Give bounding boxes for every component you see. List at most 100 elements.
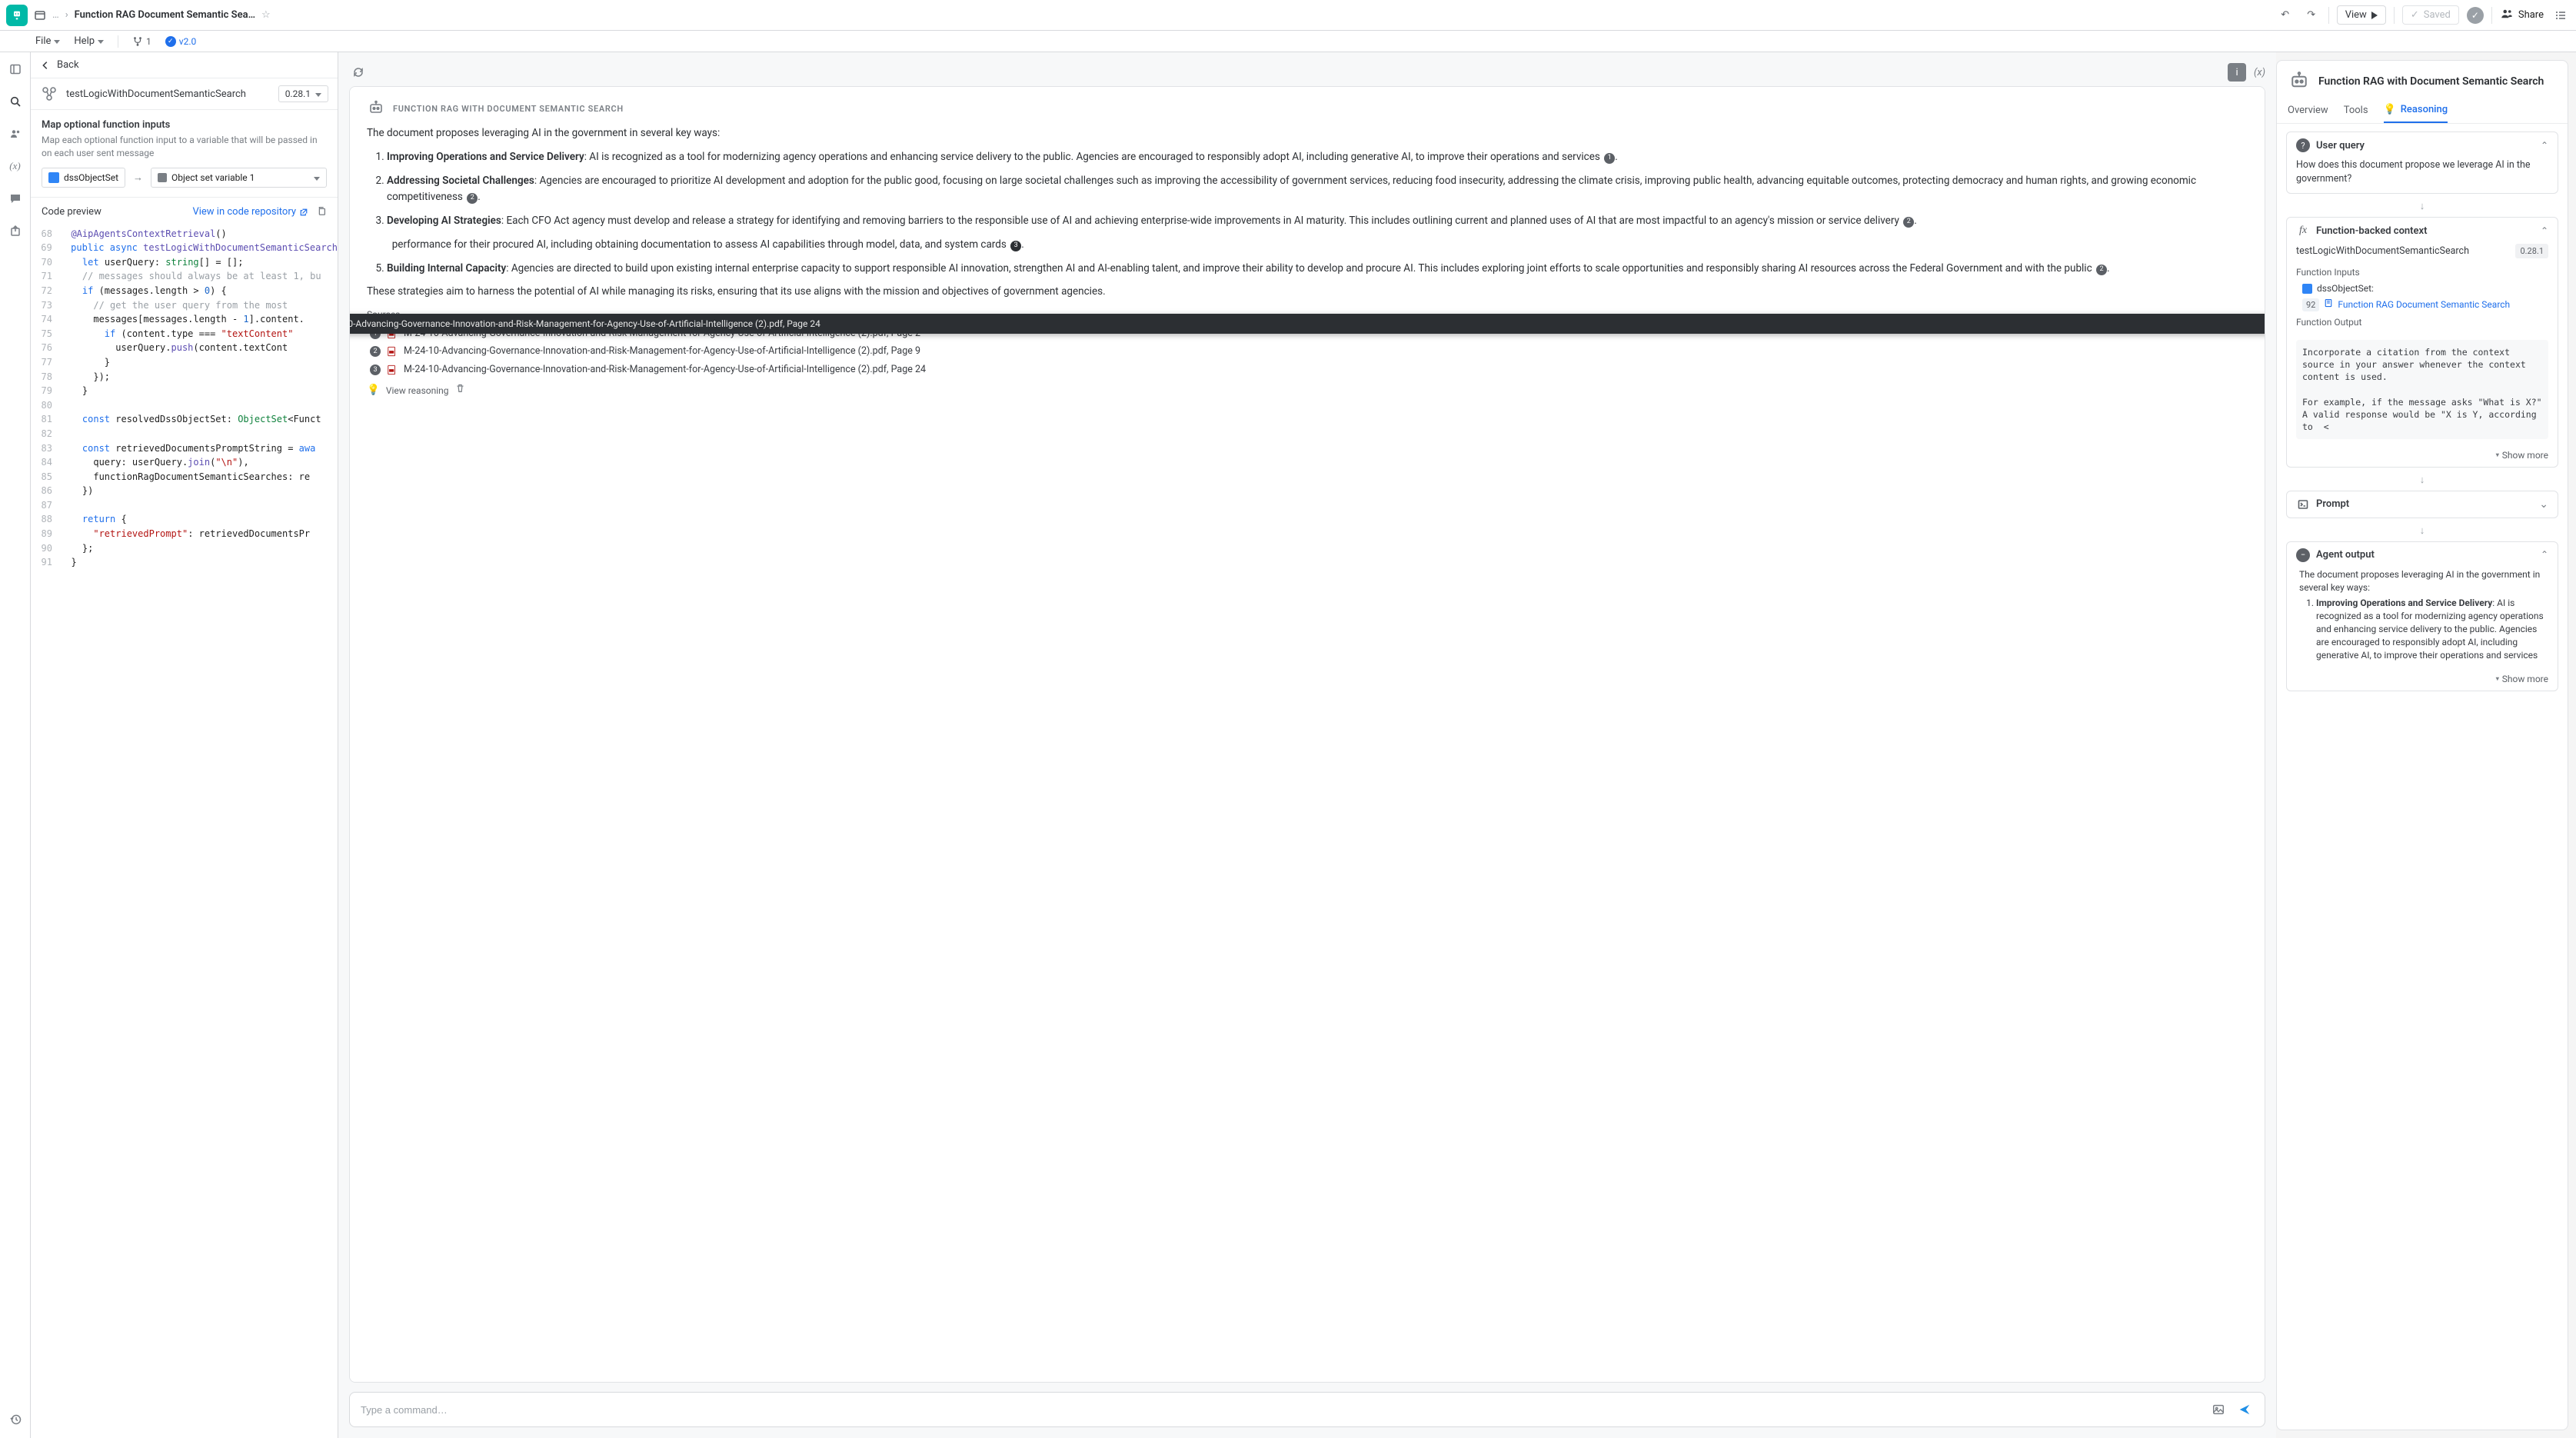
share-label: Share <box>2518 9 2544 21</box>
refresh-icon[interactable] <box>349 63 368 82</box>
function-icon <box>40 85 58 103</box>
main: (x) Back testLogicWithDocumentSemanticSe… <box>0 52 2576 1438</box>
app-header: … Function RAG Document Semantic Sea… ☆ … <box>0 0 2576 31</box>
panel-header[interactable]: − Agent output <box>2287 542 2558 568</box>
caret-down-icon <box>314 172 320 183</box>
bulb-icon: 💡 <box>367 382 380 398</box>
delete-icon[interactable] <box>455 382 465 398</box>
message-list: Improving Operations and Service Deliver… <box>367 149 2248 277</box>
fn-input-link[interactable]: 92 Function RAG Document Semantic Search <box>2302 298 2548 311</box>
right-header: Function RAG with Document Semantic Sear… <box>2277 61 2568 99</box>
version-badge[interactable]: v2.0 <box>165 36 196 47</box>
version-select[interactable]: 0.28.1 <box>278 85 328 102</box>
source-text: M-24-10-Advancing-Governance-Innovation-… <box>404 345 920 358</box>
chevron-down-icon <box>2539 498 2548 511</box>
prompt-icon <box>2296 498 2310 511</box>
code-line: 75 if (content.type === "textContent" <box>31 327 338 341</box>
pdf-icon <box>387 346 398 357</box>
variable-icon <box>158 173 167 182</box>
breadcrumb-parent[interactable]: … <box>52 9 59 21</box>
message-body: The document proposes leveraging AI in t… <box>367 125 2248 398</box>
tab-tools[interactable]: Tools <box>2344 99 2368 123</box>
citation-badge[interactable]: 2 <box>1903 217 1914 228</box>
view-reasoning-link[interactable]: View reasoning <box>386 384 449 398</box>
source-row[interactable]: 2M-24-10-Advancing-Governance-Innovation… <box>367 345 2248 358</box>
rail-search-icon[interactable] <box>5 91 26 112</box>
breadcrumb-separator <box>64 9 70 21</box>
back-button[interactable]: Back <box>31 52 338 78</box>
citation-badge[interactable]: 1 <box>1604 153 1615 164</box>
panel-header[interactable]: fx Function-backed context <box>2287 218 2558 244</box>
fn-inputs-label: Function Inputs <box>2296 266 2548 279</box>
panel-header[interactable]: Prompt <box>2287 491 2558 518</box>
favorite-star-icon[interactable]: ☆ <box>261 9 271 21</box>
message-item: Building Internal Capacity: Agencies are… <box>387 261 2248 277</box>
show-more-button[interactable]: Show more <box>2287 447 2558 467</box>
share-button[interactable]: Share <box>2500 7 2544 24</box>
rail-panel-icon[interactable] <box>5 58 26 80</box>
message-conclusion: These strategies aim to harness the pote… <box>367 284 2248 300</box>
menu-icon[interactable] <box>2551 6 2570 25</box>
code-viewer[interactable]: 68 @AipAgentsContextRetrieval()69 public… <box>31 227 338 1438</box>
code-line: 86 }) <box>31 484 338 498</box>
rail-people-icon[interactable] <box>5 123 26 145</box>
copy-icon[interactable] <box>316 205 327 219</box>
code-line: 88 return { <box>31 512 338 527</box>
rail-history-icon[interactable] <box>5 1409 26 1430</box>
redo-icon[interactable]: ↷ <box>2302 6 2321 25</box>
menu-help[interactable]: Help <box>74 35 104 47</box>
panel-header[interactable]: ? User query <box>2287 132 2558 158</box>
rail-export-icon[interactable] <box>5 220 26 241</box>
fx-icon: fx <box>2296 224 2310 238</box>
panel-prompt: Prompt <box>2286 491 2558 518</box>
rail-chat-icon[interactable] <box>5 188 26 209</box>
variable-label: Object set variable 1 <box>171 172 255 183</box>
code-header: Code preview View in code repository <box>31 198 338 227</box>
right-title: Function RAG with Document Semantic Sear… <box>2318 75 2544 88</box>
view-reasoning-row: 💡 View reasoning <box>367 382 2248 398</box>
check-dot-icon <box>165 36 176 47</box>
citation-badge[interactable]: 2 <box>2096 265 2107 275</box>
command-input[interactable] <box>361 1404 2202 1416</box>
context-version-badge: 0.28.1 <box>2515 244 2548 258</box>
breadcrumb-current[interactable]: Function RAG Document Semantic Sea… <box>75 9 255 21</box>
tooltip-text: M-24-10-Advancing-Governance-Innovation-… <box>349 318 820 329</box>
citation-badge[interactable]: 3 <box>1010 241 1021 251</box>
robot-icon <box>2288 70 2311 93</box>
rail-var-icon[interactable]: (x) <box>5 155 26 177</box>
tab-overview[interactable]: Overview <box>2288 99 2328 123</box>
variable-select[interactable]: Object set variable 1 <box>151 168 327 188</box>
view-repo-link[interactable]: View in code repository <box>192 206 308 218</box>
send-icon[interactable] <box>2235 1400 2254 1419</box>
code-line: 69 public async testLogicWithDocumentSem… <box>31 241 338 255</box>
show-more-button[interactable]: Show more <box>2287 671 2558 691</box>
caret-down-icon <box>54 35 60 47</box>
variables-icon[interactable]: (x) <box>2254 67 2265 78</box>
info-icon[interactable]: i <box>2228 63 2246 82</box>
code-line: 76 userQuery.push(content.textCont <box>31 341 338 355</box>
right-body: ? User query How does this document prop… <box>2277 124 2568 1430</box>
context-fn-row: testLogicWithDocumentSemanticSearch 0.28… <box>2296 244 2548 258</box>
menu-file[interactable]: File <box>35 35 60 47</box>
undo-icon[interactable]: ↶ <box>2276 6 2295 25</box>
left-pane: Back testLogicWithDocumentSemanticSearch… <box>31 52 338 1438</box>
user-query-text: How does this document propose we levera… <box>2287 158 2558 193</box>
window-icon[interactable] <box>34 9 46 22</box>
code-line: 84 query: userQuery.join("\n"), <box>31 455 338 470</box>
input-chip[interactable]: dssObjectSet <box>42 168 125 188</box>
image-icon[interactable] <box>2209 1400 2228 1419</box>
code-line: 78 }); <box>31 370 338 384</box>
view-button[interactable]: View <box>2337 5 2386 25</box>
section-title: Map optional function inputs <box>42 119 327 131</box>
code-line: 85 functionRagDocumentSemanticSearches: … <box>31 470 338 484</box>
fork-count[interactable]: 1 <box>132 36 151 47</box>
app-logo[interactable] <box>6 5 28 26</box>
status-check-icon[interactable]: ✓ <box>2467 7 2484 24</box>
source-row[interactable]: 3M-24-10-Advancing-Governance-Innovation… <box>367 363 2248 377</box>
fn-output-label: Function Output <box>2296 316 2548 329</box>
citation-badge[interactable]: 2 <box>467 193 478 204</box>
tab-reasoning[interactable]: 💡 Reasoning <box>2384 99 2448 123</box>
menubar: File Help 1 v2.0 <box>0 31 2576 52</box>
panel-body: The document proposes leveraging AI in t… <box>2287 568 2558 671</box>
question-icon: ? <box>2296 138 2310 152</box>
